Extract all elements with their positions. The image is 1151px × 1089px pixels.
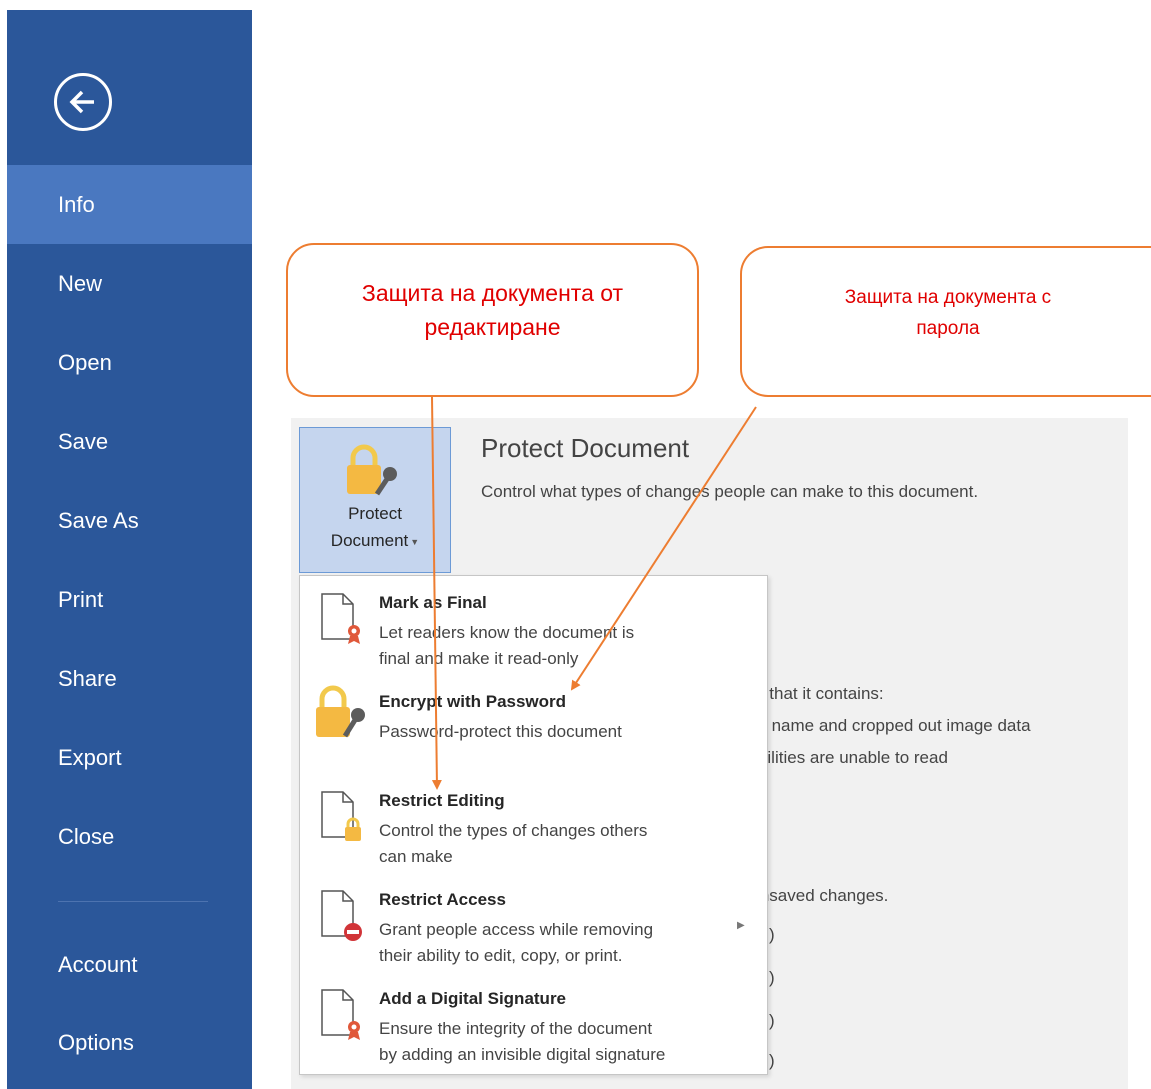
nav-print[interactable]: Print [7, 560, 252, 639]
sidebar-divider [58, 901, 208, 902]
nav-close[interactable]: Close [7, 797, 252, 876]
nav-save-as[interactable]: Save As [7, 481, 252, 560]
menu-item-add-digital-signature[interactable]: Add a Digital Signature Ensure the integ… [300, 977, 767, 1069]
callout-restrict-editing: Защита на документа от редактиране [286, 243, 699, 397]
submenu-arrow-icon: ▶ [737, 920, 745, 931]
nav-options[interactable]: Options [7, 1003, 252, 1082]
restrict-editing-icon [321, 791, 361, 841]
menu-item-desc: Let readers know the document is [379, 623, 635, 642]
nav-share[interactable]: Share [7, 639, 252, 718]
digital-signature-icon [321, 989, 360, 1040]
protect-document-button[interactable]: Protect Document ▼ [299, 427, 451, 573]
menu-item-title: Encrypt with Password [379, 692, 567, 711]
dropdown-arrow-icon: ▼ [410, 536, 420, 547]
callout-text-line2: редактиране [424, 314, 561, 340]
nav-open[interactable]: Open [7, 323, 252, 402]
menu-item-title: Add a Digital Signature [379, 989, 567, 1008]
callout-text-line1: Защита на документа с [844, 287, 1052, 308]
callout-text-line1: Защита на документа от [361, 280, 624, 306]
menu-item-desc: Password-protect this document [379, 722, 622, 741]
menu-item-restrict-access[interactable]: Restrict Access Grant people access whil… [300, 878, 767, 970]
lock-key-icon [347, 444, 397, 496]
inspect-text-2: or's name and cropped out image data [740, 716, 1031, 735]
backstage-sidebar: Info New Open Save Save As Print Share E… [7, 10, 252, 1089]
protect-button-label-line1: Protect [348, 504, 402, 523]
menu-item-title: Restrict Editing [379, 791, 505, 810]
version-paren-2: ) [769, 968, 775, 987]
version-paren-3: ) [769, 1011, 775, 1030]
menu-item-encrypt-with-password[interactable]: Encrypt with Password Password-protect t… [300, 680, 767, 772]
menu-item-desc: their ability to edit, copy, or print. [379, 946, 623, 965]
nav-new[interactable]: New [7, 244, 252, 323]
nav-info[interactable]: Info [7, 165, 252, 244]
menu-item-desc: Ensure the integrity of the document [379, 1019, 653, 1038]
lock-key-icon [316, 685, 365, 738]
protect-document-title: Protect Document [481, 433, 690, 463]
menu-item-mark-as-final[interactable]: Mark as Final Let readers know the docum… [300, 581, 767, 673]
nav-save[interactable]: Save [7, 402, 252, 481]
menu-item-desc: by adding an invisible digital signature [379, 1045, 666, 1064]
mark-final-icon [321, 593, 360, 644]
callout-text-line2: парола [916, 318, 980, 339]
menu-item-desc: Grant people access while removing [379, 920, 654, 939]
menu-item-desc: can make [379, 847, 453, 866]
callout-encrypt-password: Защита на документа с парола [740, 246, 1151, 397]
arrow-left-circle-icon [69, 90, 94, 114]
menu-item-desc: final and make it read-only [379, 649, 579, 668]
restrict-access-icon [321, 890, 362, 941]
menu-item-desc: Control the types of changes others [379, 821, 648, 840]
protect-document-description: Control what types of changes people can… [481, 482, 979, 501]
inspect-text-3: sabilities are unable to read [740, 748, 948, 767]
version-paren-4: ) [769, 1051, 775, 1070]
back-button[interactable] [54, 73, 112, 131]
menu-item-restrict-editing[interactable]: Restrict Editing Control the types of ch… [300, 779, 767, 871]
version-paren-1: ) [769, 925, 775, 944]
nav-export[interactable]: Export [7, 718, 252, 797]
protect-document-menu: Mark as Final Let readers know the docum… [299, 575, 768, 1075]
nav-account[interactable]: Account [7, 925, 252, 1004]
menu-item-title: Mark as Final [379, 593, 487, 612]
protect-button-label-line2: Document ▼ [330, 531, 420, 550]
menu-item-title: Restrict Access [379, 890, 506, 909]
